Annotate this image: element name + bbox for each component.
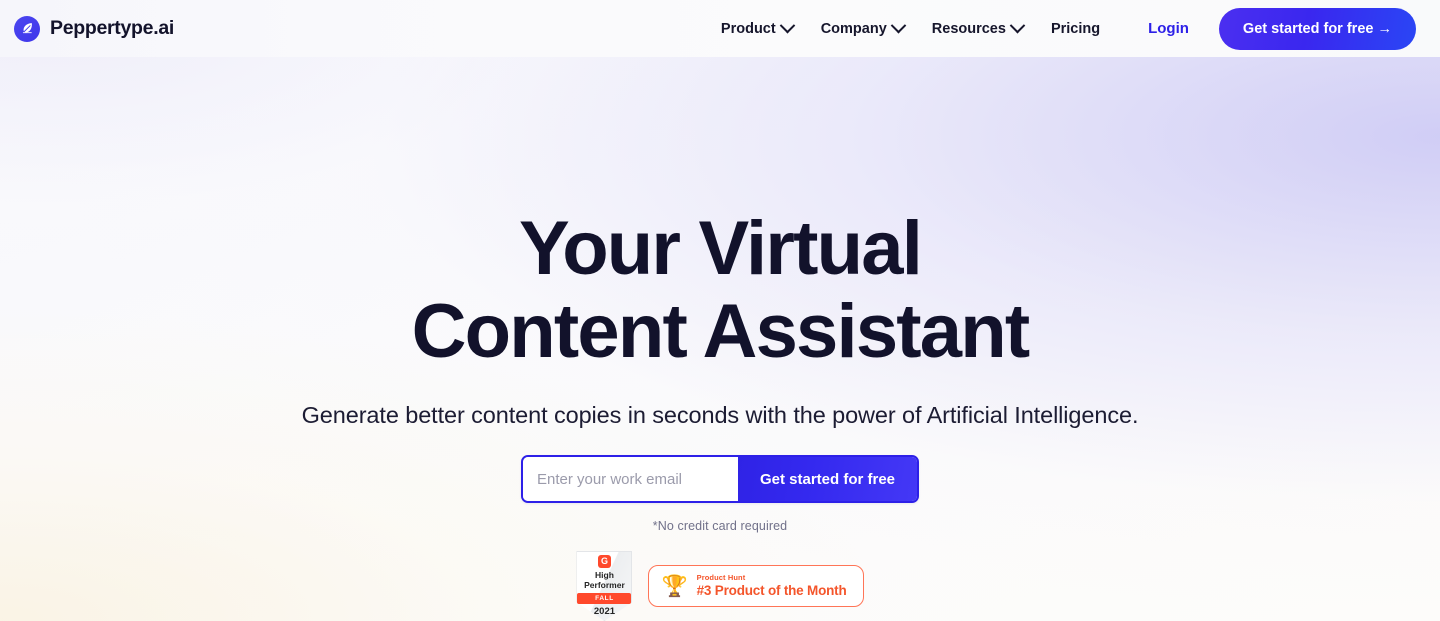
login-link[interactable]: Login — [1132, 12, 1205, 45]
g2-logo-icon: G — [597, 555, 611, 568]
nav-item-label: Resources — [931, 20, 1006, 37]
product-hunt-badge[interactable]: 🏆 Product Hunt #3 Product of the Month — [648, 565, 864, 607]
nav-item-company[interactable]: Company — [807, 13, 918, 45]
chevron-down-icon — [779, 17, 795, 34]
g2-title-line-1: High — [595, 570, 614, 580]
chevron-down-icon — [890, 17, 907, 34]
nav-item-resources[interactable]: Resources — [918, 13, 1037, 45]
email-signup-form: Get started for free — [520, 455, 920, 503]
nav-item-product[interactable]: Product — [707, 13, 807, 45]
chevron-down-icon — [1009, 17, 1026, 34]
brand-name: Peppertype.ai — [50, 17, 174, 39]
nav-item-label: Product — [720, 20, 776, 37]
header-get-started-button[interactable]: Get started for free → — [1218, 7, 1416, 50]
g2-year-label: 2021 — [593, 606, 616, 617]
g2-badge-title: High Performer — [584, 570, 625, 590]
brand-logo[interactable]: Peppertype.ai — [14, 15, 174, 42]
feather-quill-icon — [14, 15, 40, 42]
award-badges: G High Performer FALL 2021 🏆 Product Hun… — [0, 533, 1440, 621]
g2-high-performer-badge[interactable]: G High Performer FALL 2021 — [576, 551, 633, 621]
nav-item-label: Pricing — [1050, 20, 1101, 37]
main-navigation: Product Company Resources Pricing Login … — [707, 7, 1416, 50]
g2-title-line-2: Performer — [584, 579, 625, 590]
product-hunt-kicker: Product Hunt — [696, 573, 746, 582]
no-credit-card-note: *No credit card required — [652, 519, 788, 533]
signup-form-wrapper: Get started for free — [0, 430, 1440, 503]
headline-line-1: Your Virtual — [518, 206, 923, 291]
page-title: Your Virtual Content Assistant — [0, 57, 1440, 373]
nav-item-pricing[interactable]: Pricing — [1037, 13, 1114, 45]
landing-page: Peppertype.ai Product Company Resources … — [0, 0, 1440, 621]
hero-section: Your Virtual Content Assistant Generate … — [0, 57, 1440, 621]
hero-subheadline: Generate better content copies in second… — [301, 402, 1139, 428]
nav-item-label: Company — [820, 20, 887, 37]
headline-line-2: Content Assistant — [411, 289, 1031, 374]
email-field[interactable] — [522, 457, 738, 501]
trophy-icon: 🏆 — [661, 574, 688, 598]
site-header: Peppertype.ai Product Company Resources … — [0, 0, 1440, 57]
product-hunt-text: Product Hunt #3 Product of the Month — [697, 573, 847, 599]
get-started-submit-button[interactable]: Get started for free — [737, 457, 918, 501]
g2-season-label: FALL — [577, 593, 632, 604]
product-hunt-title: #3 Product of the Month — [696, 583, 847, 598]
g2-badge-content: G High Performer FALL 2021 — [576, 551, 632, 621]
